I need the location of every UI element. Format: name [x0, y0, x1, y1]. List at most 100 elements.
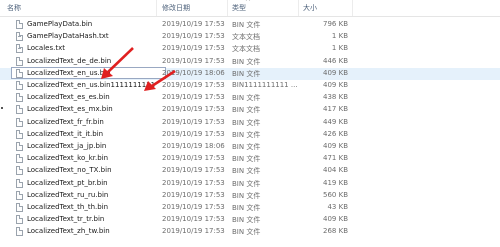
file-date: 2019/10/19 18:06: [162, 142, 225, 150]
file-row[interactable]: LocalizedText_en_us.bin1111111111 2019/10…: [0, 80, 500, 92]
file-name: GamePlayDataHash.txt: [27, 32, 109, 41]
file-name: LocalizedText_tr_tr.bin: [27, 215, 105, 224]
file-size: 43 KB: [327, 203, 348, 211]
file-name: Locales.txt: [27, 44, 65, 53]
file-name: LocalizedText_ru_ru.bin: [27, 190, 109, 199]
file-name: LocalizedText_es_mx.bin: [27, 105, 113, 114]
file-date: 2019/10/19 17:53: [162, 81, 225, 89]
column-divider[interactable]: [352, 0, 353, 16]
file-type: BIN 文件: [232, 167, 261, 176]
column-divider[interactable]: [227, 0, 228, 16]
file-date: 2019/10/19 17:53: [162, 20, 225, 28]
file-row[interactable]: GamePlayData.bin 2019/10/19 17:53 BIN 文件 79…: [0, 19, 500, 31]
file-type: BIN 文件: [232, 204, 261, 212]
file-icon: [16, 93, 23, 103]
file-type: BIN 文件: [232, 94, 261, 103]
file-size: 268 KB: [323, 227, 348, 236]
file-row[interactable]: LocalizedText_es_es.bin 2019/10/19 17:53 B…: [0, 92, 500, 104]
file-date: 2019/10/19 17:53: [162, 32, 225, 41]
file-name: LocalizedText_en_us.bin: [27, 68, 111, 77]
file-type: BIN 文件: [232, 69, 261, 78]
file-type: BIN 文件: [232, 106, 261, 115]
column-header-name[interactable]: 名称: [7, 3, 21, 13]
file-icon: [16, 68, 23, 78]
file-row[interactable]: LocalizedText_zh_tw.bin 2019/10/19 17:53 B…: [0, 226, 500, 238]
file-row[interactable]: LocalizedText_pt_br.bin 2019/10/19 17:53 B…: [0, 178, 500, 190]
file-size: 426 KB: [323, 129, 348, 138]
file-icon: [16, 215, 23, 225]
file-name: LocalizedText_fr_fr.bin: [27, 117, 104, 126]
file-size: 404 KB: [323, 166, 348, 175]
file-row[interactable]: LocalizedText_it_it.bin 2019/10/19 17:53 B…: [0, 129, 500, 141]
file-name: LocalizedText_no_TX.bin: [27, 166, 112, 175]
file-size: 409 KB: [323, 68, 348, 77]
file-size: 449 KB: [323, 117, 348, 126]
file-size: 417 KB: [323, 105, 348, 114]
column-header-size[interactable]: 大小: [303, 3, 317, 13]
file-type: BIN 文件: [232, 21, 261, 29]
file-date: 2019/10/19 18:06: [162, 68, 225, 77]
column-header-date[interactable]: 修改日期: [162, 3, 190, 13]
file-date: 2019/10/19 17:53: [162, 166, 225, 175]
file-date: 2019/10/19 17:53: [162, 93, 225, 102]
file-type: BIN1111111111 ...: [232, 81, 298, 89]
file-icon: [16, 105, 23, 115]
file-name: LocalizedText_zh_tw.bin: [27, 227, 110, 236]
file-icon: [16, 154, 23, 164]
file-type: 文本文档: [232, 33, 260, 42]
file-size: 438 KB: [323, 93, 348, 102]
file-icon: [16, 178, 23, 188]
file-name: LocalizedText_pt_br.bin: [27, 178, 108, 187]
file-icon: [16, 166, 23, 176]
file-row[interactable]: LocalizedText_es_mx.bin 2019/10/19 17:53 B…: [0, 104, 500, 116]
file-icon: [16, 117, 23, 127]
file-row[interactable]: LocalizedText_no_TX.bin 2019/10/19 17:53 B…: [0, 165, 500, 177]
file-size: 409 KB: [323, 142, 348, 150]
file-row[interactable]: LocalizedText_fr_fr.bin 2019/10/19 17:53 B…: [0, 117, 500, 129]
file-row[interactable]: GamePlayDataHash.txt 2019/10/19 17:53 文本文档…: [0, 31, 500, 43]
file-date: 2019/10/19 17:53: [162, 105, 225, 114]
file-size: 1 KB: [331, 32, 348, 41]
file-size: 446 KB: [323, 56, 348, 65]
file-name: LocalizedText_es_es.bin: [27, 93, 110, 102]
file-type: 文本文档: [232, 45, 260, 54]
column-divider[interactable]: [298, 0, 299, 16]
file-size: 471 KB: [323, 154, 348, 163]
file-icon: [16, 190, 23, 200]
file-name: LocalizedText_de_de.bin: [27, 56, 112, 65]
file-icon: [16, 20, 23, 29]
file-name: LocalizedText_en_us.bin1111111111: [27, 81, 156, 89]
file-row[interactable]: LocalizedText_ru_ru.bin 2019/10/19 17:53 B…: [0, 190, 500, 202]
file-row[interactable]: LocalizedText_tr_tr.bin 2019/10/19 17:53 B…: [0, 214, 500, 226]
file-name: GamePlayData.bin: [27, 20, 93, 28]
file-type: BIN 文件: [232, 216, 261, 225]
file-name: LocalizedText_ko_kr.bin: [27, 154, 109, 163]
file-row[interactable]: LocalizedText_ko_kr.bin 2019/10/19 17:53 B…: [0, 153, 500, 165]
file-type: BIN 文件: [232, 228, 261, 237]
text-file-icon: [16, 44, 23, 54]
file-icon: [16, 56, 23, 66]
file-row[interactable]: Locales.txt 2019/10/19 17:53 文本文档 1 KB: [0, 43, 500, 55]
file-type: BIN 文件: [232, 130, 261, 139]
column-divider[interactable]: [156, 0, 157, 16]
file-icon: [16, 203, 23, 212]
file-row[interactable]: LocalizedText_ja_jp.bin 2019/10/19 18:06 B…: [0, 141, 500, 153]
file-size: 1 KB: [331, 44, 348, 53]
file-name: LocalizedText_it_it.bin: [27, 129, 104, 138]
text-file-icon: [16, 32, 23, 42]
file-type: BIN 文件: [232, 155, 261, 164]
file-date: 2019/10/19 17:53: [162, 178, 225, 187]
file-icon: [16, 81, 23, 90]
file-row[interactable]: LocalizedText_th_th.bin 2019/10/19 17:53 B…: [0, 202, 500, 214]
file-type: BIN 文件: [232, 179, 261, 188]
file-icon: [16, 227, 23, 237]
file-date: 2019/10/19 17:53: [162, 117, 225, 126]
file-row[interactable]: LocalizedText_en_us.bin 2019/10/19 18:06 B…: [0, 66, 500, 80]
file-size: 409 KB: [323, 81, 348, 89]
file-icon: [16, 142, 23, 151]
file-row[interactable]: LocalizedText_de_de.bin 2019/10/19 17:53 B…: [0, 56, 500, 68]
file-date: 2019/10/19 17:53: [162, 215, 225, 224]
file-type: BIN 文件: [232, 191, 261, 200]
file-date: 2019/10/19 17:53: [162, 227, 225, 236]
column-header-type[interactable]: 类型: [232, 3, 246, 13]
